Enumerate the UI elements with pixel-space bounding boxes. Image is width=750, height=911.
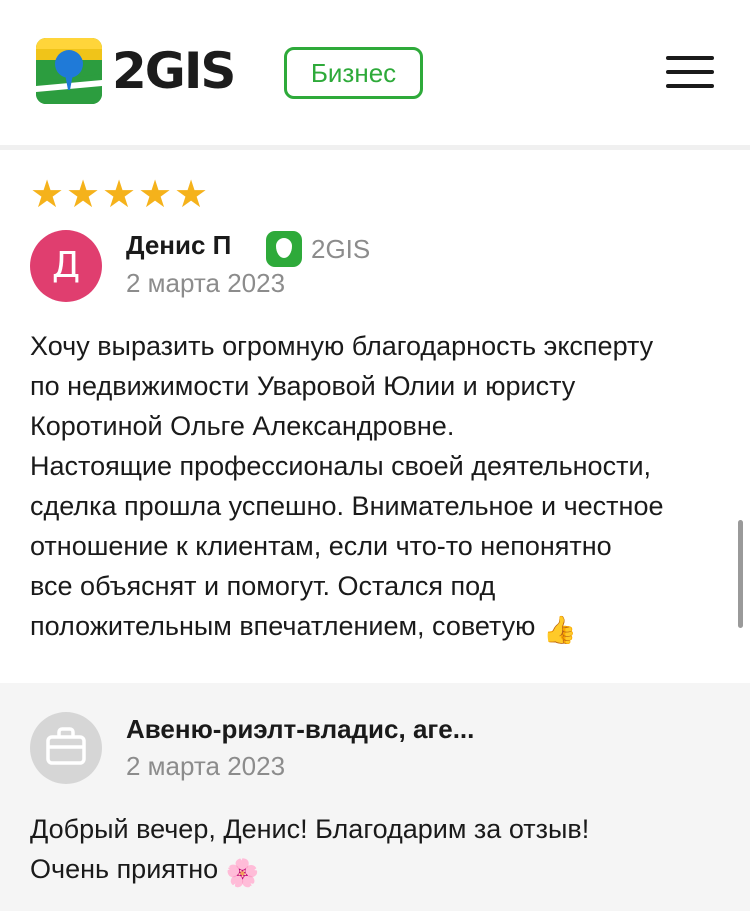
star-icon: ★ <box>66 174 101 216</box>
review-text: Хочу выразить огромную благодарность экс… <box>30 331 664 641</box>
star-icon: ★ <box>174 174 209 216</box>
rating-stars: ★ ★ ★ ★ ★ <box>30 174 209 216</box>
reply-date: 2 марта 2023 <box>126 751 286 781</box>
reply-text: Добрый вечер, Денис! Благодарим за отзыв… <box>30 814 590 884</box>
logo-text: 2GIS <box>112 42 236 100</box>
star-icon: ★ <box>102 174 137 216</box>
review-source: 2GIS <box>266 231 370 267</box>
briefcase-icon <box>46 727 86 765</box>
menu-button[interactable] <box>662 52 716 92</box>
hamburger-icon <box>666 56 714 60</box>
review-source-label: 2GIS <box>311 233 371 264</box>
business-badge[interactable]: Бизнес <box>284 47 423 99</box>
review-text-block: Хочу выразить огромную благодарность экс… <box>30 326 730 650</box>
app-header: 2GIS Бизнес <box>0 0 750 145</box>
company-avatar[interactable] <box>30 712 102 784</box>
thumbs-up-icon: 👍 <box>542 615 577 645</box>
review-date: 2 марта 2023 <box>126 268 286 298</box>
avatar[interactable]: Д <box>30 230 102 302</box>
review-author[interactable]: Денис П <box>126 230 231 261</box>
company-reply: Авеню-риэлт-владис, аге... 2 марта 2023 … <box>0 683 750 911</box>
scrollbar[interactable] <box>738 520 743 628</box>
reply-author[interactable]: Авеню-риэлт-владис, аге... <box>126 714 474 745</box>
logo[interactable]: 2GIS <box>36 38 236 104</box>
header-divider <box>0 145 750 150</box>
star-icon: ★ <box>138 174 173 216</box>
2gis-logo-icon <box>36 38 102 104</box>
flower-icon: 🌸 <box>225 858 260 888</box>
reply-text-block: Добрый вечер, Денис! Благодарим за отзыв… <box>30 809 730 893</box>
star-icon: ★ <box>30 174 65 216</box>
2gis-source-icon <box>266 231 302 267</box>
